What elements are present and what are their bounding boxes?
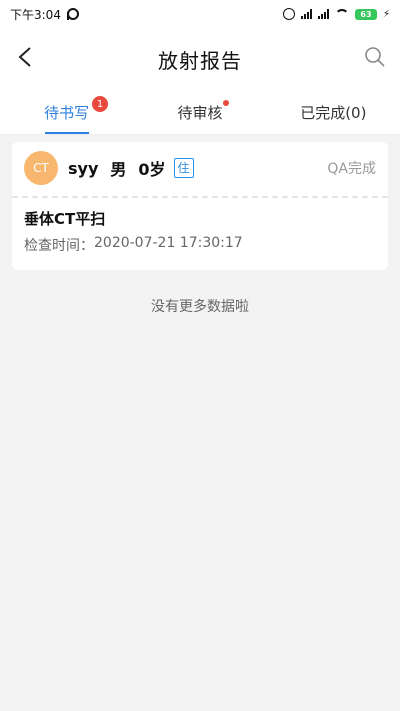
exam-time-value: 2020-07-21 17:30:17	[94, 235, 243, 251]
header: 放射报告	[0, 28, 400, 90]
exam-name: 垂体CT平扫	[24, 210, 106, 228]
card-header: CT syy 男 0岁 住 QA完成	[12, 142, 388, 194]
count-badge: 1	[92, 96, 108, 112]
inpatient-tag: 住	[173, 158, 194, 178]
tab-completed[interactable]: 已完成(0)	[267, 90, 400, 134]
search-button[interactable]	[362, 44, 388, 70]
no-more-data-text: 没有更多数据啦	[151, 299, 249, 315]
page-title: 放射报告	[158, 48, 242, 73]
screen: 下午3:04 63 ⚡ 放射报告 待书写 1 待审核 已完成(0) CT syy…	[0, 0, 400, 711]
qa-status: QA完成	[327, 161, 376, 177]
report-card[interactable]: CT syy 男 0岁 住 QA完成 垂体CT平扫 检查时间： 2020-07-…	[12, 142, 388, 270]
signal-icon	[300, 9, 312, 19]
patient-age: 0岁	[138, 160, 166, 179]
tab-label: 待审核	[177, 103, 223, 122]
alarm-icon	[282, 8, 295, 20]
exam-time-row: 检查时间： 2020-07-21 17:30:17	[12, 229, 388, 255]
dot-badge	[223, 100, 230, 106]
search-icon	[365, 47, 385, 67]
battery-level: 63	[360, 9, 372, 19]
status-right: 63 ⚡	[282, 8, 390, 20]
charging-icon: ⚡	[382, 8, 390, 20]
status-left: 下午3:04	[10, 6, 79, 23]
active-tab-indicator	[44, 132, 89, 134]
battery-icon: 63	[354, 8, 377, 20]
tab-pending-write[interactable]: 待书写 1	[0, 90, 133, 134]
avatar: CT	[24, 151, 58, 185]
parking-icon	[66, 8, 79, 20]
tab-label: 待书写	[44, 103, 90, 122]
back-icon	[18, 47, 31, 67]
tab-pending-review[interactable]: 待审核	[133, 90, 266, 134]
status-time: 下午3:04	[10, 7, 61, 22]
signal-icon-2	[317, 9, 329, 19]
status-bar: 下午3:04 63 ⚡	[0, 0, 400, 28]
patient-sex: 男	[110, 160, 127, 179]
tab-bar: 待书写 1 待审核 已完成(0)	[0, 90, 400, 135]
patient-name: syy	[68, 158, 99, 178]
exam-time-label: 检查时间：	[24, 238, 94, 254]
wifi-icon	[334, 9, 349, 19]
back-button[interactable]	[10, 42, 40, 72]
tab-label: 已完成(0)	[300, 103, 367, 122]
